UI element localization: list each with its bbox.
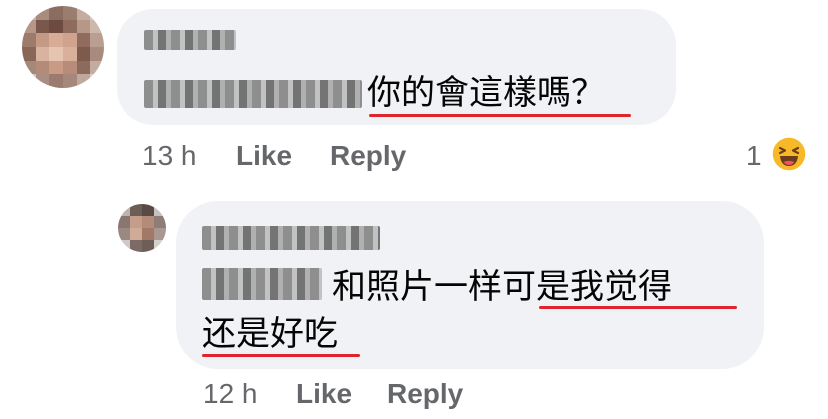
comment-text: 你的會這樣嗎？ (367, 73, 605, 113)
comment-thread: 你的會這樣嗎？ 13 h Like Reply 1 和照片一样可是我觉得 还是好… (0, 0, 828, 419)
reaction-count[interactable]: 1 (746, 140, 762, 172)
haha-emoji-icon[interactable] (771, 136, 807, 172)
like-button[interactable]: Like (296, 378, 352, 410)
reply-button[interactable]: Reply (330, 140, 406, 172)
avatar[interactable] (22, 6, 104, 88)
red-underline-annotation (369, 114, 631, 117)
comment-text-line-2: 还是好吃 (202, 314, 338, 354)
author-name-blurred[interactable] (144, 30, 236, 50)
author-name-blurred[interactable] (202, 226, 380, 250)
like-button[interactable]: Like (236, 140, 292, 172)
red-underline-annotation (202, 354, 360, 357)
comment-timestamp[interactable]: 13 h (142, 140, 197, 172)
mention-blurred[interactable] (202, 268, 322, 300)
reply-button[interactable]: Reply (387, 378, 463, 410)
red-underline-annotation (539, 306, 737, 309)
comment-timestamp[interactable]: 12 h (203, 378, 258, 410)
mention-blurred[interactable] (144, 80, 362, 108)
comment-text-line-1: 和照片一样可是我觉得 (332, 267, 672, 307)
avatar[interactable] (118, 204, 166, 252)
